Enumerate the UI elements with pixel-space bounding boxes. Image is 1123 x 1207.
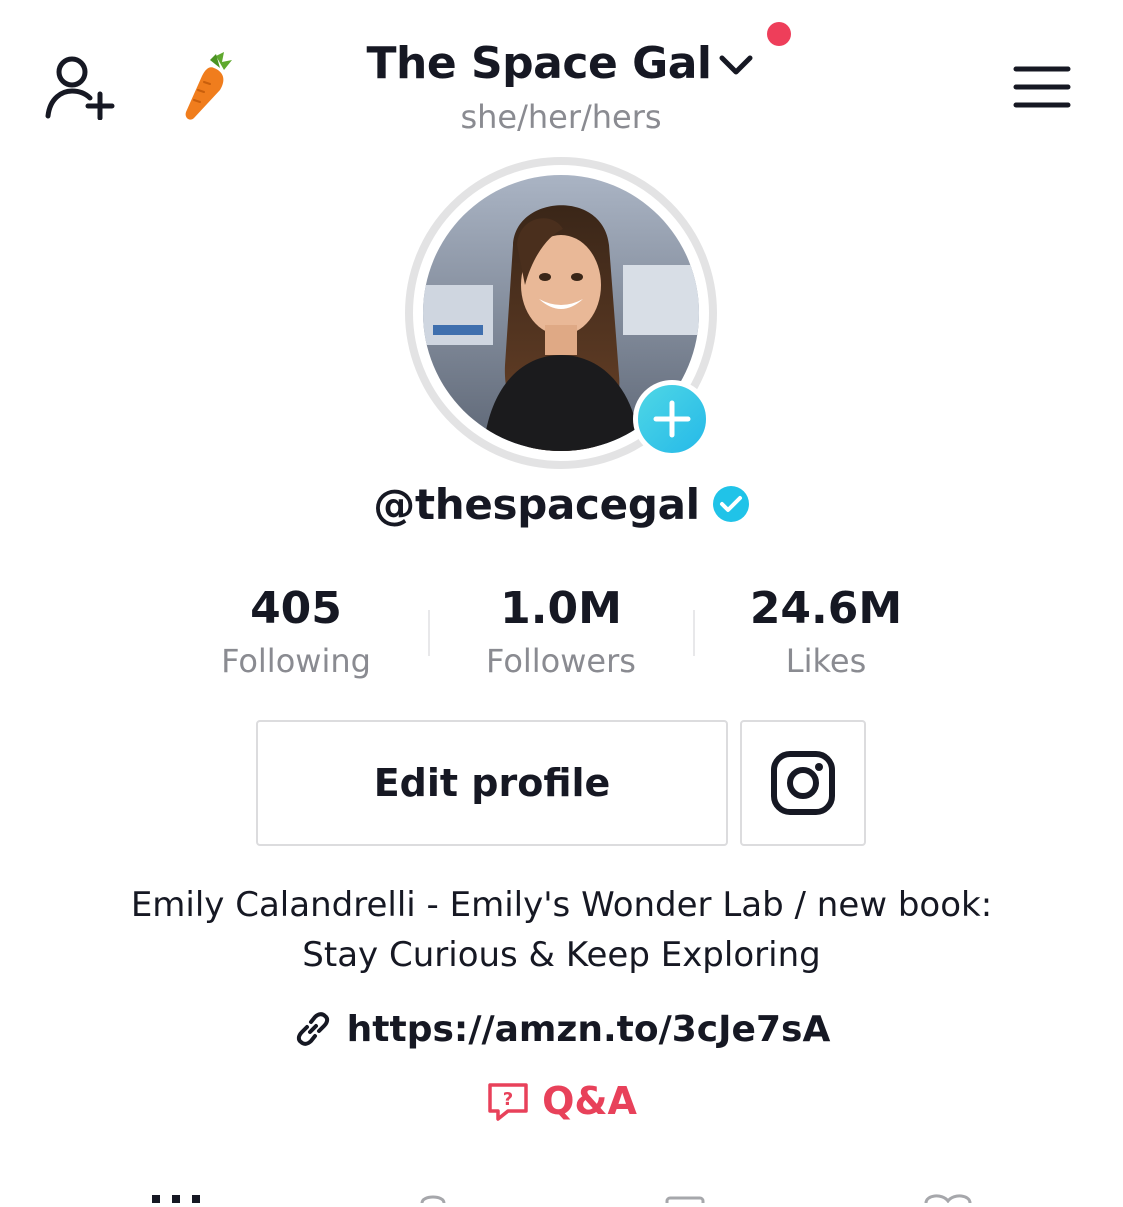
stat-label: Likes bbox=[785, 642, 867, 680]
bio-link[interactable]: https://amzn.to/3cJe7sA bbox=[250, 1002, 873, 1056]
username: @thespacegal bbox=[373, 479, 700, 529]
edit-profile-label: Edit profile bbox=[373, 761, 611, 805]
stat-value: 405 bbox=[250, 583, 342, 634]
menu-icon[interactable] bbox=[1012, 64, 1072, 110]
question-bubble-icon: ? bbox=[488, 1083, 528, 1121]
stat-likes[interactable]: 24.6M Likes bbox=[706, 582, 946, 686]
stat-divider bbox=[693, 610, 695, 656]
private-lock-icon[interactable] bbox=[418, 1188, 448, 1204]
bio-link-text: https://amzn.to/3cJe7sA bbox=[346, 1008, 831, 1050]
account-switcher[interactable]: The Space Gal bbox=[300, 34, 820, 94]
stat-following[interactable]: 405 Following bbox=[176, 582, 416, 686]
stat-value: 1.0M bbox=[500, 583, 622, 634]
edit-profile-button[interactable]: Edit profile bbox=[256, 720, 728, 846]
chevron-down-icon bbox=[719, 55, 752, 75]
qa-button[interactable]: ? Q&A bbox=[400, 1074, 723, 1128]
bio-line: Emily Calandrelli - Emily's Wonder Lab /… bbox=[130, 885, 993, 925]
svg-text:?: ? bbox=[503, 1089, 513, 1110]
bio-line: Stay Curious & Keep Exploring bbox=[302, 935, 821, 975]
username-row: @thespacegal bbox=[250, 472, 873, 536]
verified-badge-icon bbox=[712, 486, 749, 522]
liked-heart-icon[interactable] bbox=[920, 1188, 976, 1204]
notification-dot bbox=[767, 22, 791, 46]
profile-title: The Space Gal bbox=[366, 38, 712, 89]
add-story-button[interactable] bbox=[633, 380, 711, 458]
videos-grid-icon[interactable] bbox=[150, 1188, 202, 1203]
stat-label: Followers bbox=[486, 642, 636, 680]
bio: Emily Calandrelli - Emily's Wonder Lab /… bbox=[60, 880, 1063, 980]
link-icon bbox=[296, 1012, 329, 1046]
instagram-button[interactable] bbox=[740, 720, 866, 846]
instagram-icon bbox=[771, 751, 835, 815]
stat-label: Following bbox=[221, 642, 371, 680]
stat-divider bbox=[428, 610, 430, 656]
carrot-icon[interactable] bbox=[180, 50, 236, 122]
pronouns: she/her/hers bbox=[460, 98, 662, 136]
qa-label: Q&A bbox=[542, 1079, 637, 1123]
stat-followers[interactable]: 1.0M Followers bbox=[441, 582, 681, 686]
stat-value: 24.6M bbox=[749, 583, 903, 634]
reposts-icon[interactable] bbox=[664, 1188, 706, 1207]
add-friend-icon[interactable] bbox=[44, 54, 116, 121]
